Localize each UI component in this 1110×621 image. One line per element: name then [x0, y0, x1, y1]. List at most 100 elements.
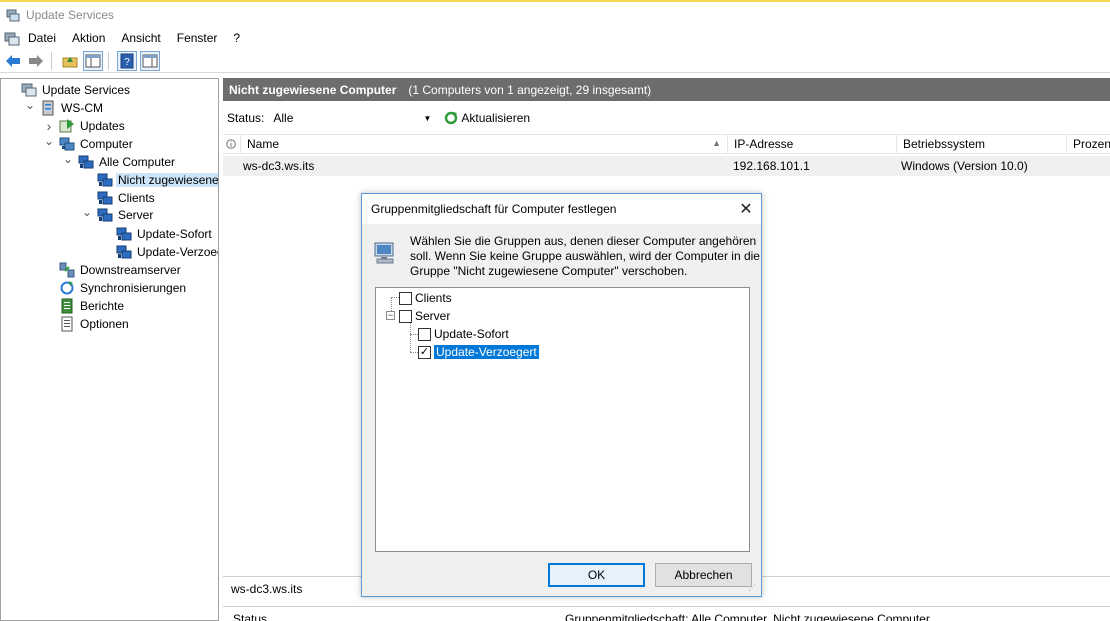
details-status-strip: Status Gruppenmitgliedschaft: Alle Compu… [223, 606, 1110, 621]
group-tree: − Clients Server Update-Sofort ✓ Update-… [375, 287, 750, 552]
tree-item-label: Downstreamserver [80, 263, 181, 277]
group-item-clients[interactable]: Clients [399, 290, 452, 306]
tree-item-label: Server [118, 208, 154, 222]
tree-item-label: Computer [80, 137, 133, 151]
show-hide-tree-button[interactable] [83, 50, 103, 71]
details-status-label: Status [233, 612, 268, 621]
tree-item-label: Clients [118, 191, 155, 205]
forward-button[interactable] [26, 51, 46, 71]
tree-item-label: Updates [80, 119, 125, 133]
tree-connector [410, 334, 418, 335]
tree-item-clients[interactable]: Clients [81, 189, 157, 207]
computer-group-icon [78, 155, 94, 169]
tree-item-downstreamserver[interactable]: Downstreamserver [43, 261, 183, 279]
info-icon [226, 139, 236, 149]
console-tree: Update Services ⌄ WS-CM › Updates ⌄ Computer ⌄ A… [0, 78, 219, 621]
checkbox-update-sofort[interactable] [418, 327, 431, 341]
tree-item-label: Nicht zugewiesene Co [116, 173, 218, 187]
computer-icon [374, 242, 394, 264]
toolbar-separator [51, 51, 52, 70]
tree-item-updates[interactable]: › Updates [43, 117, 127, 135]
up-level-button[interactable] [60, 51, 80, 71]
status-dropdown[interactable]: Alle ▼ [268, 107, 437, 129]
dialog-title: Gruppenmitgliedschaft für Computer festl… [371, 202, 617, 216]
group-item-server[interactable]: Server [399, 308, 450, 324]
back-button[interactable] [3, 51, 23, 71]
tree-item-label: WS-CM [61, 101, 103, 115]
table-row[interactable]: ws-dc3.ws.its 192.168.101.1 Windows (Ver… [223, 156, 1110, 176]
tree-item-optionen[interactable]: Optionen [43, 315, 131, 333]
row-os: Windows (Version 10.0) [901, 159, 1028, 173]
column-os[interactable]: Betriebssystem [897, 134, 1067, 154]
tree-item-update-verzoegert[interactable]: Update-Verzoegert [100, 243, 218, 261]
mmc-console-icon[interactable] [4, 30, 20, 46]
downstream-icon [59, 262, 75, 278]
refresh-label: Aktualisieren [461, 111, 531, 125]
collapse-server-icon[interactable]: − [386, 311, 395, 320]
help-book-icon: ? [120, 53, 134, 68]
tree-item-synchronisierungen[interactable]: Synchronisierungen [43, 279, 188, 297]
dialog-titlebar: Gruppenmitgliedschaft für Computer festl… [362, 194, 761, 224]
tree-connector [410, 322, 411, 352]
group-item-update-verzoegert[interactable]: ✓ Update-Verzoegert [418, 344, 539, 360]
expanded-chevron-icon[interactable]: ⌄ [43, 134, 55, 148]
computer-group-icon [97, 173, 113, 187]
server-console-icon [21, 83, 37, 97]
refresh-button[interactable]: Aktualisieren [444, 111, 530, 125]
column-percent[interactable]: Prozen [1067, 134, 1110, 154]
tree-item-label: Update-Sofort [137, 227, 212, 241]
sync-icon [60, 281, 74, 295]
checkbox-update-verzoegert[interactable]: ✓ [418, 345, 431, 359]
menu-datei[interactable]: Datei [20, 28, 64, 48]
group-label: Update-Verzoegert [434, 345, 539, 359]
checkbox-clients[interactable] [399, 291, 412, 305]
close-icon[interactable]: ✕ [731, 194, 761, 224]
tree-item-label: Update Services [42, 83, 131, 97]
options-icon [61, 316, 73, 332]
tree-item-server[interactable]: ⌄ Server [81, 205, 155, 224]
tree-item-label: Alle Computer [99, 155, 176, 169]
computer-group-icon [97, 191, 113, 205]
folder-up-icon [62, 56, 78, 67]
tree-item-update-sofort[interactable]: Update-Sofort [100, 225, 214, 243]
help-button[interactable]: ? [117, 50, 137, 71]
ok-button[interactable]: OK [548, 563, 645, 587]
group-item-update-sofort[interactable]: Update-Sofort [418, 326, 509, 342]
column-info[interactable] [223, 134, 241, 154]
menu-help[interactable]: ? [225, 28, 248, 48]
dropdown-arrow-icon: ▼ [423, 113, 432, 123]
column-name[interactable]: Name ▲ [241, 134, 728, 154]
cancel-button[interactable]: Abbrechen [655, 563, 752, 587]
collapsed-chevron-icon[interactable]: › [43, 118, 55, 134]
group-membership-dialog: Gruppenmitgliedschaft für Computer festl… [361, 193, 762, 597]
tree-connector [391, 297, 399, 298]
tree-item-alle-computer[interactable]: ⌄ Alle Computer [62, 152, 177, 171]
expanded-chevron-icon[interactable]: ⌄ [62, 152, 74, 166]
tree-connector [410, 352, 418, 353]
tree-item-ws-cm[interactable]: ⌄ WS-CM [24, 98, 105, 117]
menu-bar: Datei Aktion Ansicht Fenster ? [0, 28, 1110, 48]
checkbox-server[interactable] [399, 309, 412, 323]
column-ip[interactable]: IP-Adresse [728, 134, 897, 154]
tree-item-nicht-zugewiesene-co[interactable]: Nicht zugewiesene Co [81, 171, 218, 189]
expanded-chevron-icon[interactable]: ⌄ [81, 205, 93, 219]
tree-item-update-services[interactable]: Update Services [5, 81, 132, 99]
expanded-chevron-icon[interactable]: ⌄ [24, 98, 36, 112]
menu-ansicht[interactable]: Ansicht [113, 28, 168, 48]
group-label: Clients [415, 291, 452, 305]
show-hide-action-pane-button[interactable] [140, 50, 160, 71]
tree-item-berichte[interactable]: Berichte [43, 297, 126, 315]
resize-grip-icon[interactable]: ⋰ [748, 583, 758, 593]
group-label: Server [415, 309, 451, 323]
computer-group-icon [116, 245, 132, 259]
row-ip: 192.168.101.1 [733, 159, 810, 173]
menu-aktion[interactable]: Aktion [64, 28, 113, 48]
menu-fenster[interactable]: Fenster [169, 28, 226, 48]
tree-item-computer[interactable]: ⌄ Computer [43, 134, 135, 153]
